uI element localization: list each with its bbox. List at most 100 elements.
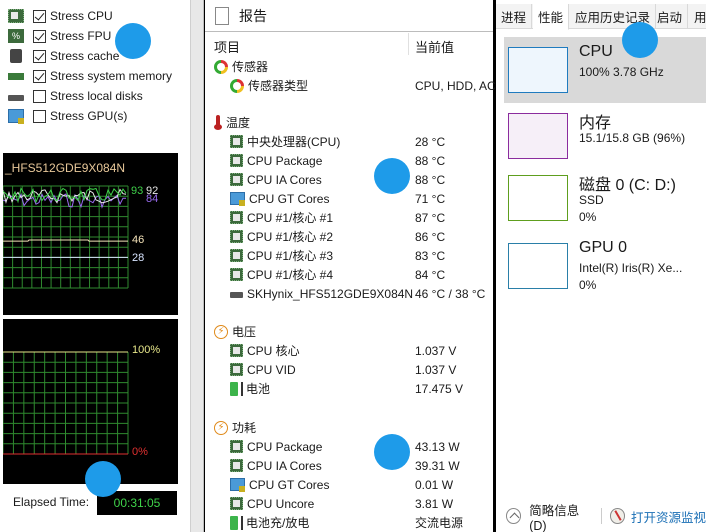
resource-monitor-icon xyxy=(609,508,625,524)
task-manager-tabs: 进程 性能 应用历史记录 启动 用 xyxy=(496,4,706,30)
perf-detail: Intel(R) Iris(R) Xe... xyxy=(579,261,683,275)
cpu-chip-icon xyxy=(230,363,243,376)
sensor-row[interactable]: CPU 核心 1.037 V xyxy=(205,341,493,360)
gpu-mini-graph xyxy=(508,243,568,289)
sensor-row[interactable]: CPU GT Cores 0.01 W xyxy=(205,475,493,494)
tab-startup[interactable]: 启动 xyxy=(652,4,689,29)
report-header: 报告 xyxy=(205,0,493,32)
sensor-name: CPU GT Cores xyxy=(249,191,330,206)
sensor-name: CPU IA Cores xyxy=(247,458,322,473)
open-resource-monitor-link[interactable]: 打开资源监视 xyxy=(631,507,706,526)
stress-memory-checkbox[interactable] xyxy=(33,69,46,83)
tab-performance[interactable]: 性能 xyxy=(533,4,570,30)
sensor-name: CPU #1/核心 #1 xyxy=(247,211,334,225)
screen: Stress CPU % Stress FPU Stress cache Str… xyxy=(0,0,706,532)
sensor-name: CPU Package xyxy=(247,153,323,168)
sensor-name: 中央处理器(CPU) xyxy=(247,135,341,149)
cpu-mini-graph xyxy=(508,47,568,93)
section-power[interactable]: ⚡ 功耗 xyxy=(205,418,493,437)
stress-fpu-option[interactable]: % Stress FPU xyxy=(8,26,111,46)
cpu-chip-icon xyxy=(230,173,243,186)
sensor-value: 84 °C xyxy=(415,267,446,282)
sensor-value: 83 °C xyxy=(415,248,446,263)
sensor-value: 交流电源 xyxy=(415,516,464,530)
stress-test-panel: Stress CPU % Stress FPU Stress cache Str… xyxy=(0,0,190,532)
stress-gpu-option[interactable]: Stress GPU(s) xyxy=(8,106,127,126)
sensor-row[interactable]: CPU #1/核心 #3 83 °C xyxy=(205,246,493,265)
stress-fpu-checkbox[interactable] xyxy=(33,29,46,43)
sensor-name: SKHynix_HFS512GDE9X084N xyxy=(247,286,414,301)
perf-title: 内存 xyxy=(579,115,612,132)
perf-item-gpu[interactable]: GPU 0 Intel(R) Iris(R) Xe... 0% xyxy=(504,233,706,299)
temp-label-46: 46 xyxy=(132,234,145,246)
sensor-row[interactable]: CPU IA Cores 39.31 W xyxy=(205,456,493,475)
document-icon xyxy=(215,6,229,25)
section-title: 温度 xyxy=(226,116,251,130)
perf-title: GPU 0 xyxy=(579,239,628,256)
stress-cpu-option[interactable]: Stress CPU xyxy=(8,6,113,26)
temp-label-28: 28 xyxy=(132,252,145,264)
stress-gpu-checkbox[interactable] xyxy=(33,109,46,123)
sensor-value: 28 °C xyxy=(415,134,446,149)
elapsed-time-label: Elapsed Time: xyxy=(13,495,90,509)
sensor-value: 71 °C xyxy=(415,191,446,206)
column-current-value[interactable]: 当前值 xyxy=(415,37,454,56)
section-title: 电压 xyxy=(232,325,257,339)
perf-detail: 15.1/15.8 GB (96%) xyxy=(579,131,686,145)
stress-memory-option[interactable]: Stress system memory xyxy=(8,66,172,86)
perf-item-disk[interactable]: 磁盘 0 (C: D:) SSD 0% xyxy=(504,165,706,231)
sensor-row[interactable]: 电池 17.475 V xyxy=(205,379,493,398)
splitter[interactable] xyxy=(190,0,204,532)
tab-processes[interactable]: 进程 xyxy=(496,4,533,29)
sensor-row[interactable]: CPU Package 43.13 W xyxy=(205,437,493,456)
collapse-icon[interactable] xyxy=(506,508,522,524)
sensor-row[interactable]: CPU #1/核心 #1 87 °C xyxy=(205,208,493,227)
sensor-row[interactable]: CPU #1/核心 #2 86 °C xyxy=(205,227,493,246)
sensor-row[interactable]: CPU GT Cores 71 °C xyxy=(205,189,493,208)
sensor-value: 17.475 V xyxy=(415,381,464,396)
battery-icon xyxy=(230,381,238,396)
sensor-name: CPU #1/核心 #2 xyxy=(247,230,334,244)
stress-disks-option[interactable]: Stress local disks xyxy=(8,86,143,106)
sensor-row[interactable]: CPU Package 88 °C xyxy=(205,151,493,170)
cpu-chip-icon xyxy=(230,154,243,167)
cpu-chip-icon xyxy=(230,344,243,357)
section-sensor[interactable]: 传感器 xyxy=(205,57,493,76)
cpu-chip-icon xyxy=(230,230,243,243)
sensor-row[interactable]: 中央处理器(CPU) 28 °C xyxy=(205,132,493,151)
sensor-row[interactable]: CPU #1/核心 #4 84 °C xyxy=(205,265,493,284)
sensor-row[interactable]: CPU VID 1.037 V xyxy=(205,360,493,379)
sensor-value: 86 °C xyxy=(415,229,446,244)
sensor-row[interactable]: SKHynix_HFS512GDE9X084N 46 °C / 38 °C xyxy=(205,284,493,303)
sensor-row[interactable]: 传感器类型 CPU, HDD, AC xyxy=(205,76,496,95)
cpu-chip-icon xyxy=(230,459,243,472)
stress-disks-label: Stress local disks xyxy=(50,89,143,103)
stress-cpu-checkbox[interactable] xyxy=(33,9,46,23)
fewer-details-link[interactable]: 简略信息(D) xyxy=(529,500,593,532)
perf-item-memory[interactable]: 内存 15.1/15.8 GB (96%) xyxy=(504,103,706,169)
stress-cache-option[interactable]: Stress cache xyxy=(8,46,119,66)
report-column-headers: 项目 当前值 xyxy=(205,33,493,55)
power-icon: ⚡ xyxy=(214,420,228,435)
sensor-row[interactable]: CPU IA Cores 88 °C xyxy=(205,170,493,189)
perf-item-cpu[interactable]: CPU 100% 3.78 GHz xyxy=(504,37,706,103)
voltage-icon: ⚡ xyxy=(214,324,228,339)
cache-chip-icon xyxy=(10,49,22,63)
sensor-row[interactable]: CPU Uncore 3.81 W xyxy=(205,494,493,513)
cpu-chip-icon xyxy=(8,9,24,23)
perf-title: CPU xyxy=(579,43,613,60)
section-voltage[interactable]: ⚡ 电压 xyxy=(205,322,493,341)
section-title: 传感器 xyxy=(232,60,269,74)
fpu-chip-icon: % xyxy=(8,29,24,43)
stress-disks-checkbox[interactable] xyxy=(33,89,46,103)
temp-label-93: 93 xyxy=(131,185,144,197)
stress-cache-checkbox[interactable] xyxy=(33,49,46,63)
tab-users[interactable]: 用 xyxy=(689,4,706,29)
sensor-row[interactable]: 电池充/放电 交流电源 xyxy=(205,513,493,532)
sensor-name: CPU 核心 xyxy=(247,344,300,358)
section-temperature[interactable]: 温度 xyxy=(205,113,493,132)
sensor-value: 1.037 V xyxy=(415,343,457,358)
column-item[interactable]: 项目 xyxy=(214,37,240,56)
sensor-name: CPU IA Cores xyxy=(247,172,322,187)
column-divider[interactable] xyxy=(408,33,409,55)
